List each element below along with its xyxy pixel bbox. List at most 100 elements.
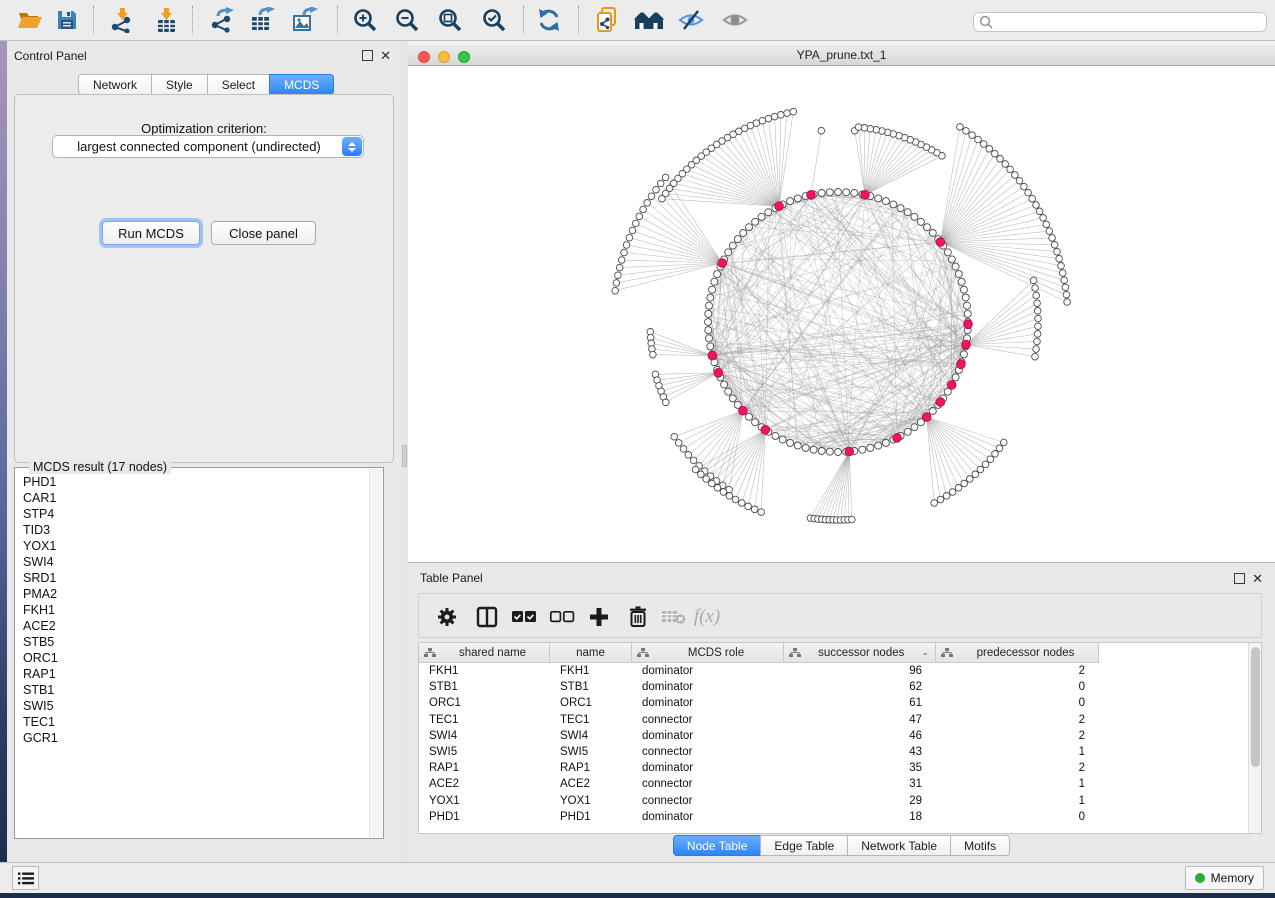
control-panel-tabs: NetworkStyleSelectMCDS	[78, 74, 334, 95]
table-row[interactable]: PHD1PHD1dominator180	[419, 809, 1248, 825]
table-row[interactable]: ORC1ORC1dominator610	[419, 695, 1248, 711]
splitter-handle[interactable]	[402, 445, 407, 467]
mcds-result-item[interactable]: SWI4	[16, 554, 369, 570]
toolbar-separator	[337, 6, 338, 34]
column-header-successor-nodes[interactable]: successor nodes⌄	[784, 643, 936, 663]
table-row[interactable]: TEC1TEC1connector472	[419, 712, 1248, 728]
add-column-icon[interactable]	[583, 601, 615, 633]
network-overview-icon[interactable]	[590, 3, 624, 37]
mcds-result-list: PHD1CAR1STP4TID3YOX1SWI4SRD1PMA2FKH1ACE2…	[16, 474, 369, 837]
mcds-result-item[interactable]: TEC1	[16, 714, 369, 730]
mcds-result-item[interactable]: SWI5	[16, 698, 369, 714]
table-scrollbar[interactable]	[1248, 643, 1261, 833]
select-all-icon[interactable]	[508, 601, 540, 633]
table-cell: 2	[936, 665, 1099, 677]
import-table-icon[interactable]	[149, 3, 183, 37]
vertical-splitter[interactable]	[401, 41, 408, 862]
mcds-result-item[interactable]: ORC1	[16, 650, 369, 666]
mcds-result-item[interactable]: RAP1	[16, 666, 369, 682]
table-row[interactable]: YOX1YOX1connector291	[419, 793, 1248, 809]
application-window: Control Panel ✕ NetworkStyleSelectMCDS O…	[0, 0, 1275, 898]
close-panel-button[interactable]: Close panel	[211, 221, 316, 245]
toolbar-separator	[93, 6, 94, 34]
tab-mcds[interactable]: MCDS	[269, 74, 334, 95]
table-cell: connector	[632, 714, 784, 726]
mcds-list-scrollbar[interactable]	[369, 469, 382, 837]
table-row[interactable]: FKH1FKH1dominator962	[419, 663, 1248, 679]
zoom-fit-icon[interactable]	[433, 3, 467, 37]
mcds-result-item[interactable]: SRD1	[16, 570, 369, 586]
status-bar: Memory	[0, 862, 1275, 893]
save-session-icon[interactable]	[50, 3, 84, 37]
column-header-name[interactable]: name	[550, 643, 632, 663]
tab-network[interactable]: Network	[78, 74, 151, 95]
table-cell: YOX1	[419, 795, 550, 807]
mcds-result-item[interactable]: FKH1	[16, 602, 369, 618]
run-mcds-button[interactable]: Run MCDS	[102, 221, 200, 245]
zoom-selected-icon[interactable]	[477, 3, 511, 37]
table-cell: YOX1	[550, 795, 632, 807]
tab-network-table[interactable]: Network Table	[847, 835, 950, 856]
tab-node-table[interactable]: Node Table	[673, 835, 761, 856]
float-table-panel-icon[interactable]	[1234, 573, 1245, 584]
home-icon[interactable]	[632, 3, 666, 37]
deselect-all-icon[interactable]	[546, 601, 578, 633]
mcds-result-item[interactable]: PMA2	[16, 586, 369, 602]
column-header-shared-name[interactable]: shared name	[419, 643, 550, 663]
export-image-icon[interactable]	[288, 3, 322, 37]
mcds-result-item[interactable]: STB1	[16, 682, 369, 698]
mcds-result-item[interactable]: ACE2	[16, 618, 369, 634]
memory-button[interactable]: Memory	[1185, 866, 1264, 890]
import-network-icon[interactable]	[105, 3, 139, 37]
table-row[interactable]: STB1STB1dominator620	[419, 679, 1248, 695]
table-cell: 43	[784, 746, 936, 758]
table-cell: 1	[936, 778, 1099, 790]
table-cell: 47	[784, 714, 936, 726]
table-header-row: shared namenameMCDS rolesuccessor nodes⌄…	[419, 643, 1099, 663]
mcds-result-item[interactable]: TID3	[16, 522, 369, 538]
export-table-icon[interactable]	[245, 3, 279, 37]
hide-panels-icon[interactable]	[674, 3, 708, 37]
network-canvas[interactable]	[408, 66, 1275, 562]
show-panels-icon[interactable]	[718, 3, 752, 37]
column-header-predecessor-nodes[interactable]: predecessor nodes	[936, 643, 1099, 663]
mcds-result-item[interactable]: CAR1	[16, 490, 369, 506]
network-window: YPA_prune.txt_1	[408, 41, 1275, 562]
desktop-wallpaper-left	[0, 41, 7, 893]
apply-layout-icon[interactable]	[532, 3, 566, 37]
mcds-result-item[interactable]: YOX1	[16, 538, 369, 554]
tab-select[interactable]: Select	[207, 74, 269, 95]
tab-style[interactable]: Style	[151, 74, 207, 95]
zoom-out-icon[interactable]	[390, 3, 424, 37]
float-panel-icon[interactable]	[362, 50, 373, 61]
show-columns-icon[interactable]	[471, 601, 503, 633]
table-settings-icon[interactable]	[431, 601, 463, 633]
close-table-panel-icon[interactable]: ✕	[1252, 573, 1263, 584]
mcds-result-item[interactable]: PHD1	[16, 474, 369, 490]
table-row[interactable]: ACE2ACE2connector311	[419, 776, 1248, 792]
open-session-icon[interactable]	[13, 3, 47, 37]
mcds-result-item[interactable]: GCR1	[16, 730, 369, 746]
desktop-wallpaper-bottom	[0, 893, 1275, 898]
table-scrollbar-thumb[interactable]	[1251, 647, 1260, 767]
search-input[interactable]	[973, 12, 1267, 32]
table-row[interactable]: SWI5SWI5connector431	[419, 744, 1248, 760]
tab-edge-table[interactable]: Edge Table	[760, 835, 847, 856]
table-cell: ACE2	[419, 778, 550, 790]
network-title: YPA_prune.txt_1	[408, 48, 1275, 62]
column-header-MCDS-role[interactable]: MCDS role	[632, 643, 784, 663]
delete-column-icon[interactable]	[622, 601, 654, 633]
export-network-icon[interactable]	[205, 3, 239, 37]
zoom-in-icon[interactable]	[348, 3, 382, 37]
table-cell: 31	[784, 778, 936, 790]
optimization-criterion-select[interactable]: largest connected component (undirected)	[52, 135, 364, 158]
close-panel-icon[interactable]: ✕	[380, 50, 391, 61]
table-cell: 0	[936, 681, 1099, 693]
tab-motifs[interactable]: Motifs	[950, 835, 1010, 856]
table-cell: SWI5	[419, 746, 550, 758]
table-row[interactable]: SWI4SWI4dominator462	[419, 728, 1248, 744]
task-history-icon[interactable]	[12, 866, 39, 890]
table-row[interactable]: RAP1RAP1dominator352	[419, 760, 1248, 776]
mcds-result-item[interactable]: STP4	[16, 506, 369, 522]
mcds-result-item[interactable]: STB5	[16, 634, 369, 650]
